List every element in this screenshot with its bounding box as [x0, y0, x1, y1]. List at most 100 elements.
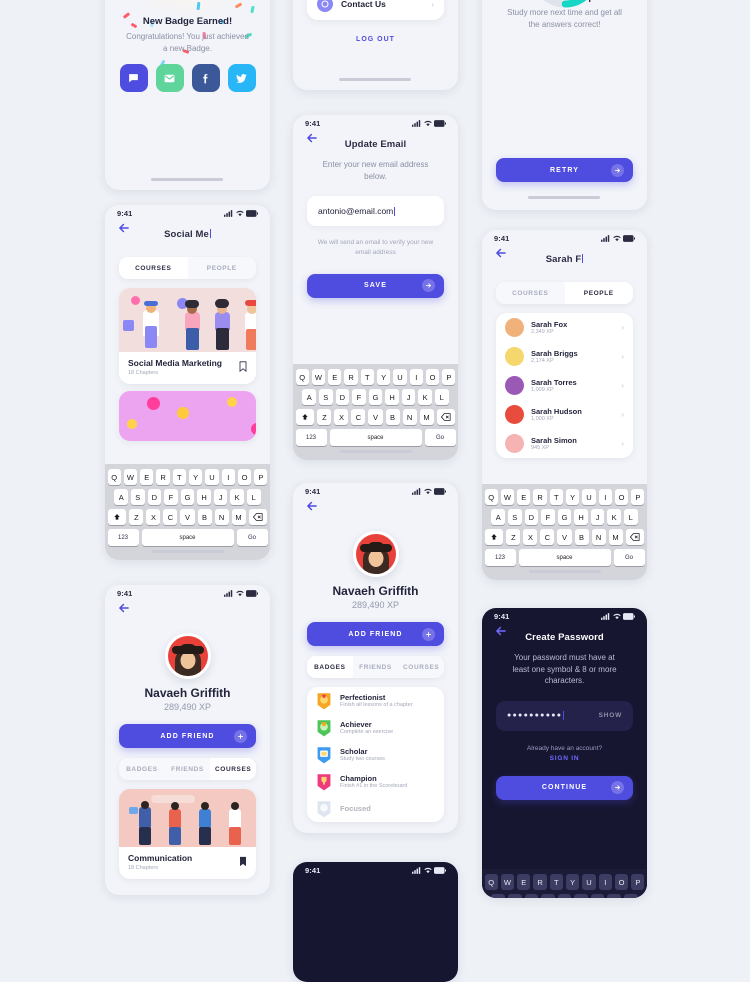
key-z[interactable]: Z [317, 409, 332, 425]
key-s[interactable]: S [131, 489, 145, 505]
course-card[interactable]: Social Media Marketing 18 Chapters [119, 288, 256, 384]
backspace-key[interactable] [436, 409, 456, 425]
key-y[interactable]: Y [189, 469, 203, 485]
key-y[interactable]: Y [566, 489, 580, 505]
continue-button[interactable]: CONTINUE [496, 775, 633, 800]
key-j[interactable]: J [213, 489, 228, 505]
key-u[interactable]: U [582, 489, 596, 505]
key-f[interactable]: F [541, 894, 555, 898]
tab-courses[interactable]: COURSES [496, 282, 565, 304]
key-a[interactable]: A [302, 389, 317, 405]
key-o[interactable]: O [614, 874, 629, 890]
key-q[interactable]: Q [484, 489, 498, 505]
course-card[interactable]: Communication 18 Chapters [119, 789, 256, 879]
key-p[interactable]: P [631, 874, 645, 890]
share-message-button[interactable] [119, 64, 148, 92]
badge-row[interactable]: Achiever Complete an exercise [307, 714, 444, 741]
key-r[interactable]: R [156, 469, 170, 485]
key-l[interactable]: L [623, 894, 638, 898]
key-m[interactable]: M [608, 529, 623, 545]
key-z[interactable]: Z [129, 509, 144, 525]
key-l[interactable]: L [623, 509, 638, 525]
back-arrow-icon[interactable] [305, 131, 319, 145]
back-arrow-icon[interactable] [305, 499, 319, 513]
key-i[interactable]: I [221, 469, 235, 485]
backspace-key[interactable] [248, 509, 268, 525]
key-k[interactable]: K [230, 489, 244, 505]
key-h[interactable]: H [197, 489, 211, 505]
key-r[interactable]: R [533, 489, 547, 505]
tab-courses[interactable]: COURSES [398, 656, 444, 678]
badge-row[interactable]: Focused [307, 795, 444, 822]
key-y[interactable]: Y [566, 874, 580, 890]
retry-button[interactable]: RETRY [496, 158, 633, 182]
key-g[interactable]: G [557, 894, 572, 898]
key-u[interactable]: U [582, 874, 596, 890]
back-arrow-icon[interactable] [494, 246, 508, 260]
course-card-secondary[interactable] [119, 390, 256, 441]
space-key[interactable]: space [329, 429, 422, 446]
space-key[interactable]: space [141, 529, 234, 546]
key-m[interactable]: M [419, 409, 434, 425]
list-item[interactable]: Sarah Torres 1,009 XP › [496, 371, 633, 400]
key-v[interactable]: V [368, 409, 383, 425]
key-l[interactable]: L [434, 389, 449, 405]
badge-row[interactable]: Scholar Study two courses [307, 741, 444, 768]
key-x[interactable]: X [334, 409, 349, 425]
tab-friends[interactable]: FRIENDS [352, 656, 399, 678]
badge-row[interactable]: Champion Finish #1 in the Scoreboard [307, 768, 444, 795]
tab-courses[interactable]: COURSES [119, 257, 188, 279]
key-k[interactable]: K [607, 509, 621, 525]
key-x[interactable]: X [146, 509, 161, 525]
numeric-key[interactable]: 123 [295, 429, 327, 446]
key-i[interactable]: I [598, 874, 612, 890]
key-e[interactable]: E [517, 489, 531, 505]
password-field[interactable]: ●●●●●●●●●● SHOW [496, 700, 633, 731]
key-m[interactable]: M [231, 509, 246, 525]
key-r[interactable]: R [533, 874, 547, 890]
badge-row[interactable]: Perfectionist Finish all lessons of a ch… [307, 687, 444, 714]
key-q[interactable]: Q [484, 874, 498, 890]
show-password-button[interactable]: SHOW [599, 712, 622, 719]
back-arrow-icon[interactable] [117, 221, 131, 235]
key-f[interactable]: F [541, 509, 555, 525]
sign-in-link[interactable]: SIGN IN [482, 755, 647, 762]
key-h[interactable]: H [385, 389, 399, 405]
key-b[interactable]: B [574, 529, 589, 545]
key-a[interactable]: A [491, 509, 506, 525]
key-s[interactable]: S [508, 894, 522, 898]
key-u[interactable]: U [205, 469, 219, 485]
key-d[interactable]: D [335, 389, 350, 405]
tab-friends[interactable]: FRIENDS [164, 758, 211, 780]
shift-key[interactable] [107, 509, 127, 525]
key-e[interactable]: E [517, 874, 531, 890]
key-x[interactable]: X [523, 529, 538, 545]
key-q[interactable]: Q [295, 369, 309, 385]
backspace-key[interactable] [625, 529, 645, 545]
key-j[interactable]: J [401, 389, 416, 405]
key-f[interactable]: F [352, 389, 366, 405]
key-w[interactable]: W [500, 489, 515, 505]
go-key[interactable]: Go [236, 529, 268, 546]
key-c[interactable]: C [163, 509, 178, 525]
key-g[interactable]: G [368, 389, 383, 405]
list-item[interactable]: Sarah Simon 945 XP › [496, 429, 633, 458]
key-n[interactable]: N [591, 529, 606, 545]
tab-badges[interactable]: BADGES [119, 758, 165, 780]
key-e[interactable]: E [140, 469, 154, 485]
key-j[interactable]: J [590, 894, 605, 898]
go-key[interactable]: Go [424, 429, 456, 446]
key-r[interactable]: R [344, 369, 358, 385]
key-c[interactable]: C [351, 409, 366, 425]
tab-people[interactable]: PEOPLE [187, 257, 256, 279]
log-out-button[interactable]: LOG OUT [293, 36, 458, 43]
key-v[interactable]: V [180, 509, 195, 525]
bookmark-icon[interactable] [239, 361, 247, 373]
key-y[interactable]: Y [377, 369, 391, 385]
key-o[interactable]: O [425, 369, 440, 385]
add-friend-button[interactable]: ADD FRIEND [307, 622, 444, 646]
space-key[interactable]: space [518, 549, 611, 566]
key-d[interactable]: D [524, 894, 539, 898]
key-u[interactable]: U [393, 369, 407, 385]
key-a[interactable]: A [491, 894, 506, 898]
